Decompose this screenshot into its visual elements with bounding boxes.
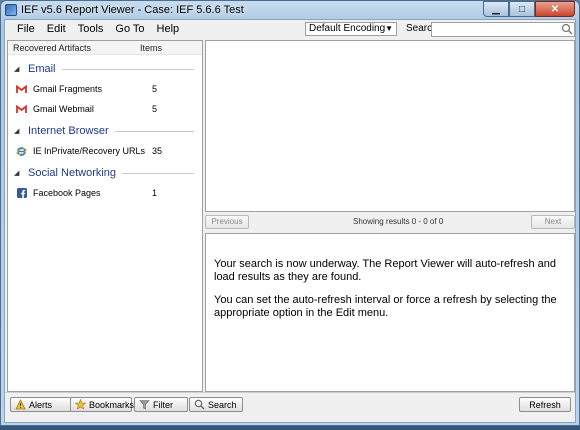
magnifier-icon (194, 399, 205, 410)
artifact-name: Gmail Fragments (33, 84, 103, 94)
menu-file[interactable]: File (11, 23, 41, 35)
artifact-count: 5 (152, 84, 158, 94)
app-window: IEF v5.6 Report Viewer - Case: IEF 5.6.6… (0, 0, 580, 426)
encoding-dropdown[interactable]: Default Encoding ▼ (305, 22, 397, 36)
column-recovered-artifacts[interactable]: Recovered Artifacts (8, 43, 140, 53)
filter-label: Filter (153, 399, 173, 410)
artifact-row-ie-inprivate[interactable]: IE InPrivate/Recovery URLs 35 (8, 143, 202, 159)
filter-icon (139, 399, 150, 410)
group-internet-browser[interactable]: ◢ Internet Browser (8, 123, 202, 139)
search-button-label: Search (208, 399, 237, 410)
search-input[interactable] (431, 22, 575, 37)
collapse-triangle-icon[interactable]: ◢ (14, 65, 24, 73)
client-area: File Edit Tools Go To Help Default Encod… (4, 19, 576, 423)
refresh-button[interactable]: Refresh (519, 397, 571, 412)
recovered-artifacts-panel: Recovered Artifacts Items ◢ Email Gmail … (7, 40, 203, 392)
collapse-triangle-icon[interactable]: ◢ (14, 169, 24, 177)
group-divider (114, 130, 194, 132)
maximize-button[interactable]: □ (509, 1, 535, 17)
alerts-label: Alerts (29, 399, 53, 410)
collapse-triangle-icon[interactable]: ◢ (14, 127, 24, 135)
title-bar[interactable]: IEF v5.6 Report Viewer - Case: IEF 5.6.6… (1, 1, 579, 19)
search-icon[interactable] (561, 23, 573, 35)
menu-edit[interactable]: Edit (41, 23, 72, 35)
previous-button[interactable]: Previous (205, 215, 249, 229)
status-message-pane: Your search is now underway. The Report … (205, 233, 575, 392)
group-divider (61, 68, 194, 70)
alert-icon (15, 399, 26, 410)
refresh-label: Refresh (529, 399, 561, 410)
minimize-button[interactable]: ▁ (483, 1, 509, 17)
menu-go-to[interactable]: Go To (109, 23, 150, 35)
close-button[interactable]: ✕ (535, 1, 575, 17)
gmail-icon (16, 104, 27, 114)
results-navigation: Previous Showing results 0 - 0 of 0 Next (205, 215, 575, 229)
window-controls: ▁ □ ✕ (483, 1, 575, 17)
filter-button[interactable]: Filter (134, 397, 188, 412)
group-label: Social Networking (28, 167, 117, 179)
artifact-name: Gmail Webmail (33, 104, 94, 114)
artifact-count: 1 (152, 188, 158, 198)
group-social-networking[interactable]: ◢ Social Networking (8, 165, 202, 181)
artifact-name: Facebook Pages (33, 188, 101, 198)
artifact-row-gmail-webmail[interactable]: Gmail Webmail 5 (8, 101, 202, 117)
artifact-count: 5 (152, 104, 158, 114)
menu-help[interactable]: Help (151, 23, 186, 35)
facebook-icon (16, 188, 27, 198)
internet-explorer-icon (16, 146, 27, 156)
app-icon (5, 4, 17, 16)
next-button[interactable]: Next (531, 215, 575, 229)
encoding-value: Default Encoding (309, 23, 386, 34)
artifact-row-facebook-pages[interactable]: Facebook Pages 1 (8, 185, 202, 201)
group-label: Email (28, 63, 56, 75)
bottom-toolbar: Alerts Bookmarks Filter Search Refresh (5, 392, 575, 420)
star-icon (75, 399, 86, 410)
group-label: Internet Browser (28, 125, 109, 137)
bookmarks-button[interactable]: Bookmarks (70, 397, 135, 412)
window-title: IEF v5.6 Report Viewer - Case: IEF 5.6.6… (21, 4, 244, 16)
taskbar-strip (0, 426, 580, 430)
results-status: Showing results 0 - 0 of 0 (353, 217, 444, 226)
column-items[interactable]: Items (140, 43, 162, 53)
bookmarks-label: Bookmarks (89, 399, 135, 410)
message-paragraph-2: You can set the auto-refresh interval or… (214, 294, 557, 319)
message-paragraph-1: Your search is now underway. The Report … (214, 258, 556, 283)
artifact-count: 35 (152, 146, 163, 156)
alerts-button[interactable]: Alerts (10, 397, 72, 412)
group-divider (122, 172, 194, 174)
results-preview-pane (205, 40, 575, 212)
artifact-name: IE InPrivate/Recovery URLs (33, 146, 146, 156)
gmail-icon (16, 84, 27, 94)
artifacts-header: Recovered Artifacts Items (8, 41, 202, 55)
menu-tools[interactable]: Tools (72, 23, 110, 35)
search-button[interactable]: Search (189, 397, 243, 412)
dropdown-arrow-icon: ▼ (385, 24, 393, 33)
artifact-row-gmail-fragments[interactable]: Gmail Fragments 5 (8, 81, 202, 97)
group-email[interactable]: ◢ Email (8, 61, 202, 77)
